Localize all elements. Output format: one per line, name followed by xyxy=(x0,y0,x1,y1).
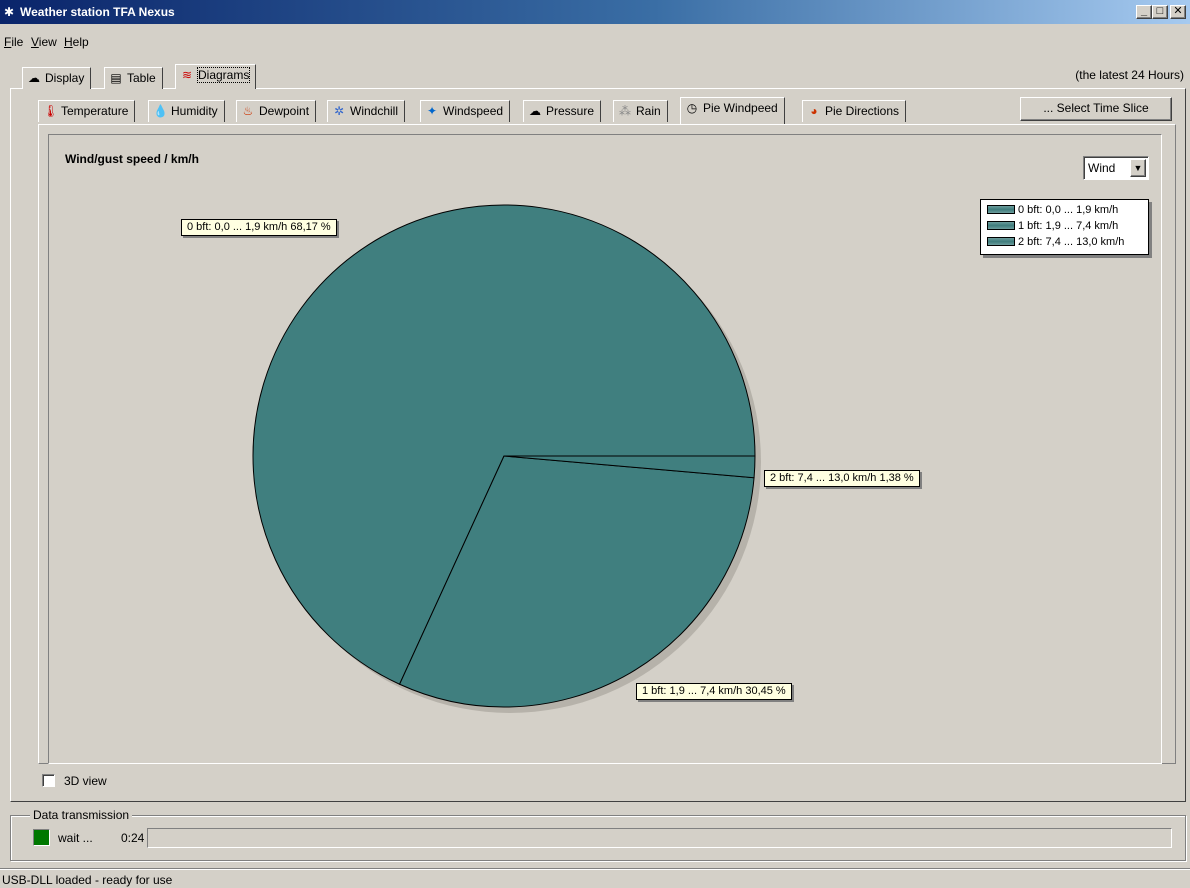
status-bar: USB-DLL loaded - ready for use xyxy=(0,868,1190,888)
legend-swatch xyxy=(987,205,1015,214)
tab-diagrams[interactable]: ≋ Diagrams xyxy=(175,64,257,89)
legend-swatch xyxy=(987,221,1015,230)
data-transmission-legend: Data transmission xyxy=(30,808,133,822)
transmission-time: 0:24 xyxy=(121,831,145,845)
slice-label-0bft: 0 bft: 0,0 ... 1,9 km/h 68,17 % xyxy=(181,219,337,236)
3d-view-checkbox[interactable] xyxy=(42,774,55,787)
tab-pie-windspeed[interactable]: ◷ Pie Windpeed xyxy=(680,97,785,124)
transmission-status: wait ... xyxy=(58,831,93,845)
pie-icon: ◷ xyxy=(686,101,698,115)
legend-item: 2 bft: 7,4 ... 13,0 km/h xyxy=(987,236,1124,249)
slice-label-2bft: 2 bft: 7,4 ... 13,0 km/h 1,38 % xyxy=(764,470,920,487)
status-text: USB-DLL loaded - ready for use xyxy=(2,873,173,887)
legend-swatch xyxy=(987,237,1015,246)
legend-item: 1 bft: 1,9 ... 7,4 km/h xyxy=(987,220,1118,233)
chevron-down-icon[interactable]: ▼ xyxy=(1130,159,1146,177)
3d-view-label[interactable]: 3D view xyxy=(64,774,107,788)
chart-icon: ≋ xyxy=(181,68,193,82)
wind-select-value: Wind xyxy=(1088,161,1116,175)
transmission-progress xyxy=(147,828,1172,848)
status-led-icon xyxy=(33,829,50,846)
legend-item: 0 bft: 0,0 ... 1,9 km/h xyxy=(987,204,1118,217)
chart-legend: 0 bft: 0,0 ... 1,9 km/h 1 bft: 1,9 ... 7… xyxy=(980,199,1149,255)
slice-label-1bft: 1 bft: 1,9 ... 7,4 km/h 30,45 % xyxy=(636,683,792,700)
pie-chart xyxy=(252,204,761,713)
wind-gust-select[interactable]: Wind ▼ xyxy=(1083,156,1149,180)
